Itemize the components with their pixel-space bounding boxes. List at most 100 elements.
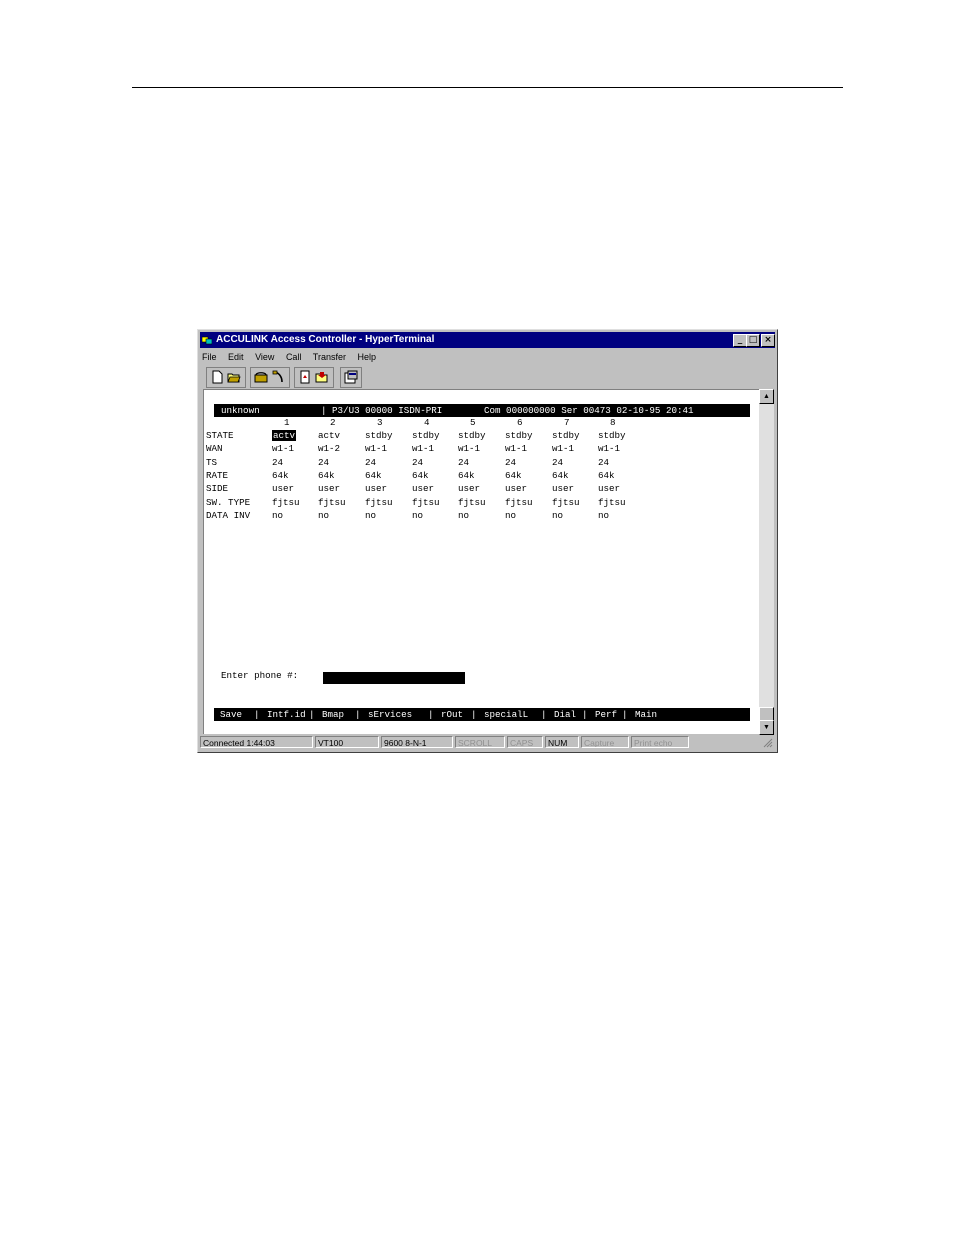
table-cell[interactable]: fjtsu <box>412 496 440 509</box>
table-cell[interactable]: stdby <box>365 429 393 442</box>
command-separator: | <box>471 709 477 720</box>
table-cell[interactable]: 24 <box>318 456 329 469</box>
menu-file[interactable]: File <box>202 352 217 362</box>
command-option[interactable]: Perf <box>595 708 617 721</box>
table-cell[interactable]: user <box>458 482 480 495</box>
table-cell[interactable]: 64k <box>412 469 429 482</box>
table-cell[interactable]: w1-1 <box>552 442 574 455</box>
command-option[interactable]: Dial <box>554 708 576 721</box>
menu-call[interactable]: Call <box>286 352 302 362</box>
table-cell[interactable]: w1-1 <box>412 442 434 455</box>
command-option[interactable]: rOut <box>441 708 463 721</box>
table-cell[interactable]: no <box>552 509 563 522</box>
table-cell[interactable]: 64k <box>598 469 615 482</box>
table-cell[interactable]: 64k <box>272 469 289 482</box>
table-cell[interactable]: 24 <box>505 456 516 469</box>
table-cell[interactable]: 64k <box>458 469 475 482</box>
table-cell[interactable]: user <box>552 482 574 495</box>
terminal-screen[interactable]: unknown | P3/U3 00000 ISDN-PRI Com 00000… <box>203 389 759 734</box>
table-cell[interactable]: 24 <box>412 456 423 469</box>
close-button[interactable]: × <box>761 334 775 347</box>
vertical-scrollbar[interactable]: ▲ ▼ <box>759 389 774 735</box>
table-cell[interactable]: 24 <box>552 456 563 469</box>
phone-number-input[interactable] <box>323 672 465 684</box>
table-cell[interactable]: 64k <box>505 469 522 482</box>
table-cell[interactable]: 24 <box>272 456 283 469</box>
table-cell[interactable]: stdby <box>598 429 626 442</box>
cell-value: stdby <box>458 430 486 441</box>
table-cell[interactable]: fjtsu <box>598 496 626 509</box>
table-cell[interactable]: fjtsu <box>505 496 533 509</box>
table-cell[interactable]: no <box>318 509 329 522</box>
table-cell[interactable]: w1-1 <box>365 442 387 455</box>
command-option[interactable]: Main <box>635 708 657 721</box>
minimize-button[interactable]: _ <box>733 334 747 347</box>
table-cell[interactable]: stdby <box>412 429 440 442</box>
table-cell[interactable]: user <box>598 482 620 495</box>
command-option[interactable]: sErvices <box>368 708 412 721</box>
menu-edit[interactable]: Edit <box>228 352 244 362</box>
table-cell[interactable]: fjtsu <box>318 496 346 509</box>
table-cell[interactable]: 24 <box>458 456 469 469</box>
table-cell[interactable]: stdby <box>552 429 580 442</box>
table-cell[interactable]: stdby <box>458 429 486 442</box>
table-cell[interactable]: user <box>505 482 527 495</box>
connect-icon[interactable] <box>254 370 268 384</box>
command-option[interactable]: Intf.id <box>267 708 306 721</box>
table-cell[interactable]: fjtsu <box>365 496 393 509</box>
num-indicator: NUM <box>545 736 579 748</box>
table-cell[interactable]: w1-1 <box>505 442 527 455</box>
command-option[interactable]: Save <box>220 708 242 721</box>
scroll-up-arrow-icon[interactable]: ▲ <box>759 389 774 404</box>
table-cell[interactable]: 64k <box>552 469 569 482</box>
menu-view[interactable]: View <box>255 352 274 362</box>
receive-icon[interactable] <box>315 370 329 384</box>
title-bar[interactable]: ACCULINK Access Controller - HyperTermin… <box>200 332 775 348</box>
command-option[interactable]: Bmap <box>322 708 344 721</box>
table-cell[interactable]: no <box>412 509 423 522</box>
disconnect-icon[interactable] <box>271 370 285 384</box>
table-cell[interactable]: user <box>412 482 434 495</box>
table-cell[interactable]: w1-1 <box>598 442 620 455</box>
command-option[interactable]: specialL <box>484 708 528 721</box>
menu-help[interactable]: Help <box>358 352 377 362</box>
table-cell[interactable]: w1-2 <box>318 442 340 455</box>
table-cell[interactable]: user <box>365 482 387 495</box>
scroll-down-arrow-icon[interactable]: ▼ <box>759 720 774 735</box>
table-cell[interactable]: fjtsu <box>458 496 486 509</box>
table-cell[interactable]: no <box>365 509 376 522</box>
table-cell[interactable]: w1-1 <box>458 442 480 455</box>
table-cell[interactable]: fjtsu <box>272 496 300 509</box>
table-cell[interactable]: no <box>598 509 609 522</box>
table-cell[interactable]: 64k <box>365 469 382 482</box>
cell-value: 24 <box>318 456 330 468</box>
table-cell[interactable]: actv <box>318 429 340 442</box>
resize-grip-icon[interactable] <box>763 738 773 748</box>
port-settings: 9600 8-N-1 <box>381 736 453 748</box>
cell-value: no <box>552 509 564 521</box>
table-cell[interactable]: no <box>505 509 516 522</box>
table-cell[interactable]: 24 <box>365 456 376 469</box>
call-tool-group <box>250 367 290 388</box>
command-separator: | <box>582 709 588 720</box>
table-cell[interactable]: user <box>318 482 340 495</box>
table-cell[interactable]: w1-1 <box>272 442 294 455</box>
menu-transfer[interactable]: Transfer <box>313 352 346 362</box>
scroll-indicator: SCROLL <box>455 736 505 748</box>
table-cell[interactable]: actv <box>272 429 297 442</box>
properties-icon[interactable] <box>344 370 358 384</box>
cell-value: stdby <box>552 430 580 441</box>
table-cell[interactable]: stdby <box>505 429 533 442</box>
scroll-thumb[interactable] <box>759 707 774 721</box>
table-cell[interactable]: no <box>458 509 469 522</box>
table-cell[interactable]: fjtsu <box>552 496 580 509</box>
send-icon[interactable] <box>298 370 312 384</box>
table-cell[interactable]: user <box>272 482 294 495</box>
table-cell[interactable]: 24 <box>598 456 609 469</box>
maximize-button[interactable]: □ <box>746 334 760 347</box>
cell-value: 24 <box>552 456 564 468</box>
new-icon[interactable] <box>210 370 224 384</box>
table-cell[interactable]: 64k <box>318 469 335 482</box>
table-cell[interactable]: no <box>272 509 283 522</box>
open-icon[interactable] <box>227 370 241 384</box>
